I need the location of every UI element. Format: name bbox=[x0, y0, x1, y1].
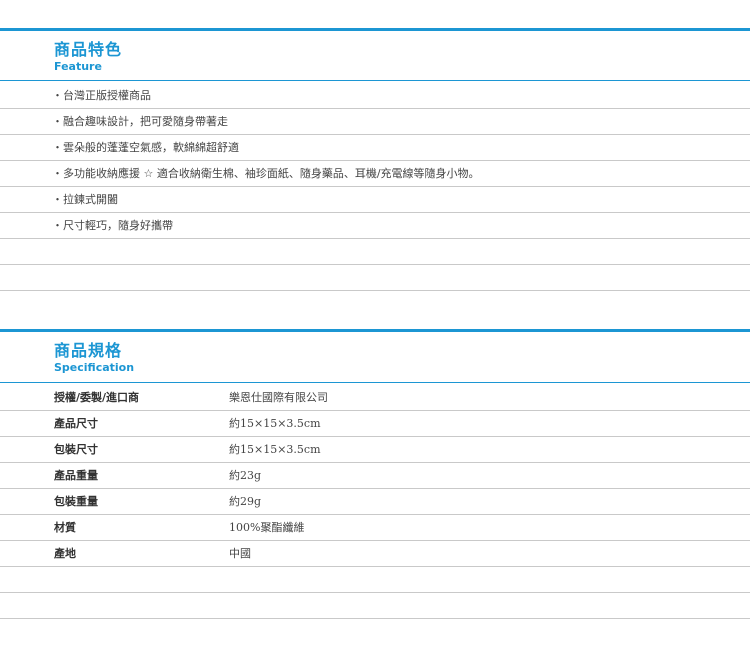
feature-item-text: ・台灣正版授權商品 bbox=[52, 89, 151, 102]
spec-label: 授權/委製/進口商 bbox=[54, 391, 140, 404]
spec-label: 包裝重量 bbox=[54, 495, 98, 508]
spec-value: 中國 bbox=[229, 547, 251, 560]
feature-item-text: ・拉鍊式開闔 bbox=[52, 193, 118, 206]
spec-label: 產品尺寸 bbox=[54, 417, 98, 430]
spec-value: 100%聚酯纖維 bbox=[229, 521, 305, 534]
specification-table: 授權/委製/進口商 樂恩仕國際有限公司 產品尺寸 約15×15×3.5cm 包裝… bbox=[0, 385, 750, 619]
spec-value: 約15×15×3.5cm bbox=[229, 417, 321, 430]
spec-row: 包裝尺寸 約15×15×3.5cm bbox=[0, 437, 750, 463]
spec-label: 產品重量 bbox=[54, 469, 98, 482]
feature-item-empty bbox=[0, 265, 750, 291]
spec-value: 約29g bbox=[229, 495, 262, 508]
feature-item-text: ・多功能收納應援 ☆ 適合收納衛生棉、袖珍面紙、隨身藥品、耳機/充電線等隨身小物… bbox=[52, 167, 480, 180]
spec-row: 產地 中國 bbox=[0, 541, 750, 567]
feature-item: ・多功能收納應援 ☆ 適合收納衛生棉、袖珍面紙、隨身藥品、耳機/充電線等隨身小物… bbox=[0, 161, 750, 187]
spec-label: 產地 bbox=[54, 547, 76, 560]
feature-subtitle: Feature bbox=[54, 60, 102, 73]
spec-row: 產品尺寸 約15×15×3.5cm bbox=[0, 411, 750, 437]
spec-label: 包裝尺寸 bbox=[54, 443, 98, 456]
spec-value: 樂恩仕國際有限公司 bbox=[229, 391, 328, 404]
specification-top-rule bbox=[0, 329, 750, 332]
feature-section: 商品特色 Feature ・台灣正版授權商品 ・融合趣味設計，把可愛隨身帶著走 … bbox=[0, 28, 750, 298]
specification-section: 商品規格 Specification 授權/委製/進口商 樂恩仕國際有限公司 產… bbox=[0, 329, 750, 629]
feature-title: 商品特色 bbox=[54, 40, 123, 59]
feature-item: ・雲朵般的蓬蓬空氣感，軟綿綿超舒適 bbox=[0, 135, 750, 161]
specification-title: 商品規格 bbox=[54, 341, 123, 360]
spec-row: 包裝重量 約29g bbox=[0, 489, 750, 515]
feature-item-empty bbox=[0, 239, 750, 265]
feature-top-rule bbox=[0, 28, 750, 31]
specification-header-rule bbox=[0, 382, 750, 383]
spec-row: 授權/委製/進口商 樂恩仕國際有限公司 bbox=[0, 385, 750, 411]
spec-row: 產品重量 約23g bbox=[0, 463, 750, 489]
spec-row: 材質 100%聚酯纖維 bbox=[0, 515, 750, 541]
spec-label: 材質 bbox=[54, 521, 76, 534]
feature-item-text: ・尺寸輕巧，隨身好攜帶 bbox=[52, 219, 173, 232]
feature-item-text: ・雲朵般的蓬蓬空氣感，軟綿綿超舒適 bbox=[52, 141, 239, 154]
spec-value: 約15×15×3.5cm bbox=[229, 443, 321, 456]
spec-value: 約23g bbox=[229, 469, 262, 482]
feature-item: ・台灣正版授權商品 bbox=[0, 83, 750, 109]
spec-row-empty bbox=[0, 593, 750, 619]
feature-item: ・尺寸輕巧，隨身好攜帶 bbox=[0, 213, 750, 239]
feature-item-text: ・融合趣味設計，把可愛隨身帶著走 bbox=[52, 115, 228, 128]
feature-list: ・台灣正版授權商品 ・融合趣味設計，把可愛隨身帶著走 ・雲朵般的蓬蓬空氣感，軟綿… bbox=[0, 83, 750, 291]
specification-subtitle: Specification bbox=[54, 361, 135, 374]
feature-item: ・拉鍊式開闔 bbox=[0, 187, 750, 213]
feature-header-rule bbox=[0, 80, 750, 81]
spec-row-empty bbox=[0, 567, 750, 593]
feature-item: ・融合趣味設計，把可愛隨身帶著走 bbox=[0, 109, 750, 135]
